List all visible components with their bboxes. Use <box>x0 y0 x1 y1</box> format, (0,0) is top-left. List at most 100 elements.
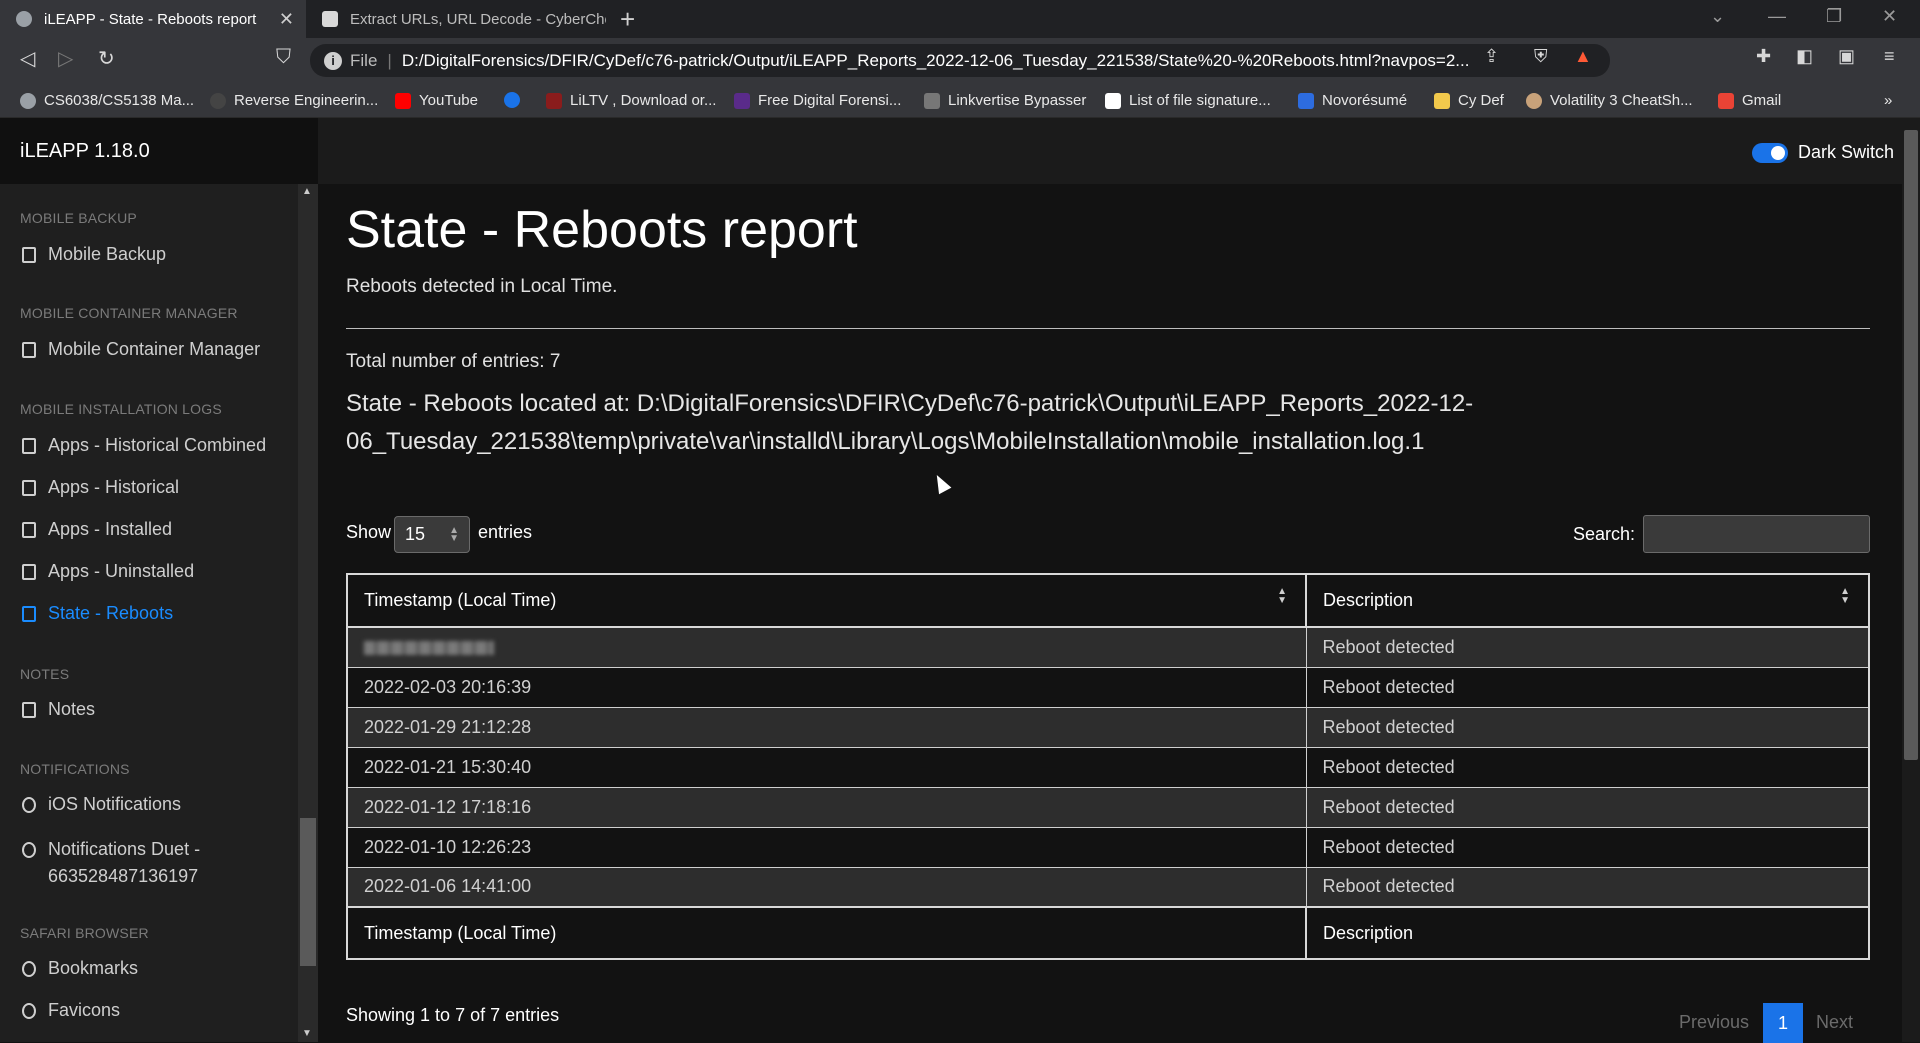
bookmark-free-digital-forensics[interactable]: Free Digital Forensi... <box>734 92 901 109</box>
sidebar-item-state-reboots[interactable]: State - Reboots <box>20 603 173 624</box>
menu-icon[interactable]: ≡ <box>1884 46 1895 67</box>
dark-switch-toggle[interactable] <box>1752 143 1788 163</box>
pagination-page-current[interactable]: 1 <box>1763 1003 1803 1043</box>
back-button[interactable]: ◁ <box>20 46 35 71</box>
share-icon[interactable]: ⇪ <box>1484 46 1499 67</box>
pagination-previous[interactable]: Previous <box>1679 1012 1749 1033</box>
brave-shield-icon[interactable]: ⛨ <box>1534 46 1548 67</box>
section-safari-browser: SAFARI BROWSER <box>20 925 149 941</box>
scroll-down-arrow-icon[interactable]: ▼ <box>302 1028 312 1039</box>
sidebar-scrollbar-thumb[interactable] <box>300 818 316 966</box>
column-header-label: Description <box>1323 590 1414 610</box>
section-mobile-backup: MOBILE BACKUP <box>20 210 137 226</box>
sidebar-item-ios-notifications[interactable]: iOS Notifications <box>20 794 181 815</box>
sidebar-item-bookmarks[interactable]: Bookmarks <box>20 958 138 979</box>
page-length-select[interactable]: 15 ▲ ▼ <box>394 516 470 553</box>
more-bookmarks-chevron-icon[interactable]: » <box>1884 92 1892 109</box>
bookmark-linkvertise[interactable]: Linkvertise Bypasser <box>924 92 1086 109</box>
bookmark-cs6038[interactable]: CS6038/CS5138 Ma... <box>20 92 194 109</box>
globe-icon <box>16 11 32 27</box>
close-window-button[interactable]: ✕ <box>1882 6 1897 27</box>
sidebar-item-mobile-backup[interactable]: Mobile Backup <box>20 244 166 265</box>
bookmark-cy-def[interactable]: Cy Def <box>1434 92 1504 109</box>
table-row: 2022-01-06 14:41:00 Reboot detected <box>346 866 1870 908</box>
site-icon <box>1526 92 1542 109</box>
restore-button[interactable]: ❐ <box>1826 6 1842 27</box>
sidebar-item-label: Bookmarks <box>48 958 139 978</box>
table-row: 2022-01-29 21:12:28 Reboot detected <box>346 706 1870 748</box>
tab-search-chevron-icon[interactable]: ⌄ <box>1710 6 1725 27</box>
page-length-value: 15 <box>405 524 426 544</box>
divider: | <box>387 50 392 70</box>
sidebar-item-favicons[interactable]: Favicons <box>20 1000 120 1021</box>
pagination-next[interactable]: Next <box>1816 1012 1853 1033</box>
cell-timestamp: 2022-01-21 15:30:40 <box>346 746 1307 788</box>
bookmark-play[interactable] <box>504 92 528 108</box>
search-input[interactable] <box>1643 515 1870 553</box>
sidebar-item-notifications-duet[interactable]: Notifications Duet - 663528487136197 <box>20 836 210 890</box>
section-mobile-container-manager: MOBILE CONTAINER MANAGER <box>20 305 238 321</box>
bookmark-gmail[interactable]: Gmail <box>1718 92 1781 109</box>
cell-timestamp: 2022-01-06 14:41:00 <box>346 866 1307 908</box>
table-row: 2022-01-10 12:26:23 Reboot detected <box>346 826 1870 868</box>
tab-cyberchef[interactable]: Extract URLs, URL Decode - CyberChef <box>306 0 606 38</box>
bookmark-liltv[interactable]: LiLTV , Download or... <box>546 92 716 109</box>
column-header-description[interactable]: Description ▲ ▼ <box>1305 573 1870 628</box>
app-brand[interactable]: iLEAPP 1.18.0 <box>0 118 318 184</box>
cell-description: Reboot detected <box>1305 706 1870 748</box>
sidebar-item-notes[interactable]: Notes <box>20 699 95 720</box>
cell-description: Reboot detected <box>1305 746 1870 788</box>
page-scrollbar-thumb[interactable] <box>1904 130 1918 760</box>
url-text[interactable]: D:/DigitalForensics/DFIR/CyDef/c76-patri… <box>402 51 1610 71</box>
section-notifications: NOTIFICATIONS <box>20 761 130 777</box>
showing-info: Showing 1 to 7 of 7 entries <box>346 1005 560 1025</box>
minimize-button[interactable]: — <box>1768 6 1786 27</box>
reload-button[interactable]: ↻ <box>98 46 115 71</box>
sidebar-item-apps-historical-combined[interactable]: Apps - Historical Combined <box>20 435 266 456</box>
table-row: 2022-01-21 15:30:40 Reboot detected <box>346 746 1870 788</box>
dark-switch-label[interactable]: Dark Switch <box>1798 142 1894 163</box>
folder-icon <box>1434 92 1450 109</box>
sidebar-item-apps-installed[interactable]: Apps - Installed <box>20 519 172 540</box>
bookmark-label: Volatility 3 CheatSh... <box>1550 92 1693 109</box>
bookmark-label: Gmail <box>1742 92 1782 109</box>
sidebar-toggle-icon[interactable]: ◧ <box>1796 46 1813 67</box>
bookmark-volatility[interactable]: Volatility 3 CheatSh... <box>1526 92 1693 109</box>
scheme-label: File <box>350 50 378 70</box>
cell-timestamp: 2022-02-03 20:16:39 <box>346 666 1307 708</box>
table-row: Reboot detected <box>346 626 1870 668</box>
address-bar[interactable]: i File | D:/DigitalForensics/DFIR/CyDef/… <box>310 44 1610 77</box>
info-icon[interactable]: i <box>324 51 342 70</box>
clipboard-icon <box>22 606 36 622</box>
column-header-timestamp[interactable]: Timestamp (Local Time) ▲ ▼ <box>346 573 1307 628</box>
compass-icon <box>22 1003 36 1019</box>
scroll-up-arrow-icon[interactable]: ▲ <box>302 186 312 197</box>
bookmark-reverse-engineering[interactable]: Reverse Engineerin... <box>210 92 378 109</box>
bookmark-novoresume[interactable]: Novorésumé <box>1298 92 1407 109</box>
tab-ileapp[interactable]: iLEAPP - State - Reboots report ✕ <box>0 0 306 38</box>
bookmark-file-signatures[interactable]: List of file signature... <box>1105 92 1271 109</box>
wallet-icon[interactable]: ▣ <box>1838 46 1855 67</box>
bookmark-youtube[interactable]: YouTube <box>395 92 478 109</box>
new-tab-button[interactable]: + <box>620 4 635 35</box>
brave-rewards-icon[interactable]: ▲ <box>1574 46 1592 67</box>
sort-icon: ▲ ▼ <box>1277 586 1287 606</box>
sidebar-item-label: State - Reboots <box>48 603 174 623</box>
clipboard-icon <box>22 480 36 496</box>
site-icon <box>546 92 562 109</box>
forward-button[interactable]: ▷ <box>58 46 73 71</box>
clipboard-icon <box>22 564 36 580</box>
sidebar-item-mobile-container-manager[interactable]: Mobile Container Manager <box>20 339 260 360</box>
extensions-icon[interactable]: ✚ <box>1756 46 1771 67</box>
youtube-icon <box>395 92 411 109</box>
sidebar-item-apps-historical[interactable]: Apps - Historical <box>20 477 179 498</box>
close-icon[interactable]: ✕ <box>279 9 294 30</box>
wikipedia-icon <box>1105 92 1121 109</box>
bell-icon <box>22 842 36 858</box>
sidebar-item-label: Favicons <box>48 1000 121 1020</box>
sidebar-item-apps-uninstalled[interactable]: Apps - Uninstalled <box>20 561 194 582</box>
tab-title: Extract URLs, URL Decode - CyberChef <box>350 10 606 28</box>
source-location: State - Reboots located at: D:\DigitalFo… <box>346 390 1474 455</box>
bookmark-label: Cy Def <box>1458 92 1504 109</box>
bookmark-icon[interactable]: ⛉ <box>276 46 291 69</box>
